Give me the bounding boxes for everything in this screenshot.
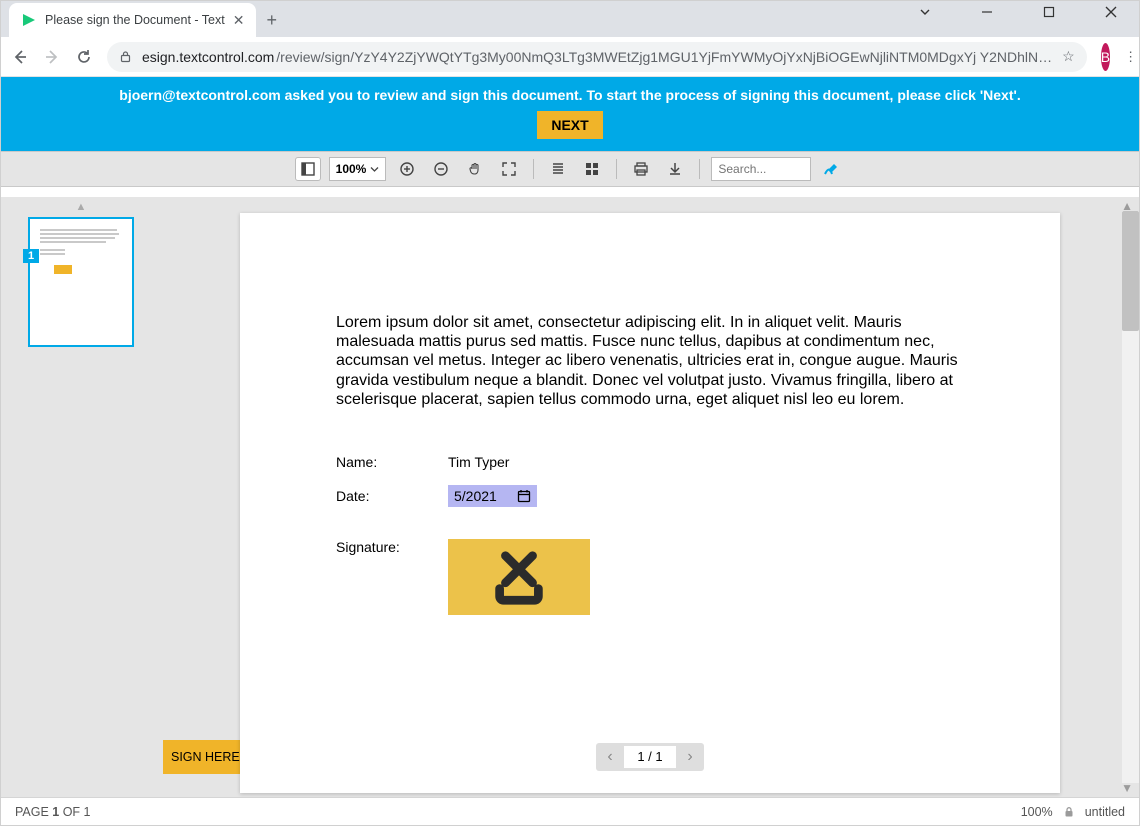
next-page-button[interactable]: › (676, 747, 704, 766)
url-path: /review/sign/YzY4Y2ZjYWQtYTg3My00NmQ3LTg… (276, 49, 1052, 65)
maximize-icon[interactable] (1029, 0, 1069, 27)
zoom-in-icon[interactable] (394, 157, 420, 181)
status-page: PAGE 1 OF 1 (15, 805, 91, 819)
grid-view-icon[interactable] (579, 157, 605, 181)
sign-banner: bjoern@textcontrol.com asked you to revi… (1, 77, 1139, 151)
date-value: 5/2021 (454, 488, 497, 505)
status-filename: untitled (1085, 805, 1125, 819)
bookmark-star-icon[interactable]: ☆ (1062, 48, 1075, 65)
download-icon[interactable] (662, 157, 688, 181)
single-page-icon[interactable] (545, 157, 571, 181)
chevron-down-icon[interactable] (905, 0, 945, 27)
signature-field[interactable] (448, 539, 590, 615)
status-lock-icon (1063, 806, 1075, 818)
close-tab-icon[interactable]: ✕ (233, 12, 245, 29)
fullscreen-icon[interactable] (496, 157, 522, 181)
url-bar[interactable]: esign.textcontrol.com/review/sign/YzY4Y2… (107, 42, 1087, 72)
page-nav: ‹ 1 / 1 › (596, 743, 704, 771)
document-viewport: ▲ SIGN HERE Lorem ipsum dolor sit amet, … (161, 197, 1139, 797)
sign-here-label: SIGN HERE (163, 740, 250, 774)
signature-placeholder-icon (488, 546, 550, 608)
name-label: Name: (336, 454, 448, 471)
thumbnail-page-badge: 1 (23, 249, 39, 263)
forward-button[interactable] (43, 47, 61, 67)
sign-tool-icon[interactable] (819, 157, 845, 181)
page-thumbnail[interactable]: 1 (28, 217, 134, 347)
calendar-icon (517, 489, 531, 503)
new-tab-button[interactable]: + (266, 10, 277, 37)
viewer-toolbar: 100% (1, 151, 1139, 187)
browser-tabstrip: Please sign the Document - Text ✕ + (1, 1, 1139, 37)
zoom-out-icon[interactable] (428, 157, 454, 181)
print-icon[interactable] (628, 157, 654, 181)
tab-title: Please sign the Document - Text (45, 13, 225, 27)
thumbnail-signature-mark (54, 265, 72, 274)
pan-hand-icon[interactable] (462, 157, 488, 181)
document-body-text: Lorem ipsum dolor sit amet, consectetur … (336, 313, 964, 409)
thumbnail-preview (40, 229, 122, 255)
scrollbar-handle[interactable] (1122, 211, 1139, 331)
toolbar-separator (533, 159, 534, 179)
lock-icon (119, 50, 132, 63)
vertical-scrollbar[interactable] (1122, 211, 1139, 783)
close-window-icon[interactable] (1091, 0, 1131, 27)
status-page-prefix: PAGE (15, 805, 52, 819)
minimize-icon[interactable] (967, 0, 1007, 27)
date-label: Date: (336, 488, 448, 505)
page-indicator: 1 / 1 (624, 746, 676, 768)
status-bar: PAGE 1 OF 1 100% untitled (1, 797, 1139, 825)
back-button[interactable] (11, 47, 29, 67)
thumbnail-panel: ▲ 1 (1, 197, 161, 797)
name-value: Tim Typer (448, 454, 509, 471)
toolbar-separator (616, 159, 617, 179)
banner-message: bjoern@textcontrol.com asked you to revi… (21, 87, 1119, 103)
thumb-scroll-up-icon[interactable]: ▲ (76, 201, 87, 213)
url-host: esign.textcontrol.com (142, 49, 274, 65)
browser-tab[interactable]: Please sign the Document - Text ✕ (9, 3, 256, 37)
browser-addressbar: esign.textcontrol.com/review/sign/YzY4Y2… (1, 37, 1139, 77)
date-field[interactable]: 5/2021 (448, 485, 537, 508)
window-controls (905, 0, 1131, 27)
zoom-dropdown[interactable]: 100% (329, 157, 387, 181)
scroll-down-icon[interactable]: ▼ (1121, 781, 1133, 795)
profile-avatar[interactable]: B (1101, 43, 1110, 71)
main-region: ▲ 1 ▲ SIGN HERE Lorem ipsum dolor sit am… (1, 197, 1139, 797)
zoom-value: 100% (336, 162, 367, 176)
status-zoom: 100% (1021, 805, 1053, 819)
kebab-menu-icon[interactable]: ⋮ (1124, 47, 1137, 67)
status-page-suffix: OF 1 (59, 805, 90, 819)
toolbar-separator (699, 159, 700, 179)
reload-button[interactable] (75, 47, 93, 67)
signature-label: Signature: (336, 539, 448, 556)
document-page: Lorem ipsum dolor sit amet, consectetur … (240, 213, 1060, 793)
search-input[interactable] (711, 157, 811, 181)
sidebar-toggle-icon[interactable] (295, 157, 321, 181)
next-button[interactable]: NEXT (537, 111, 602, 139)
prev-page-button[interactable]: ‹ (596, 747, 624, 766)
tab-favicon (21, 12, 37, 28)
